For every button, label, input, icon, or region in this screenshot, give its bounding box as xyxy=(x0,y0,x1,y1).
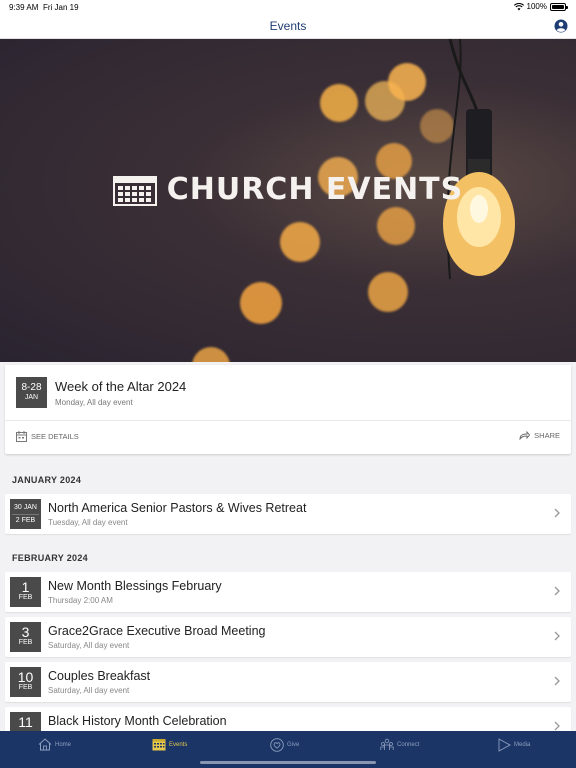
tab-events-label: Events xyxy=(169,741,188,748)
card-divider xyxy=(5,420,571,421)
calendar-icon xyxy=(152,739,166,751)
date-badge-day: 3 xyxy=(21,624,30,640)
date-badge-day: 1 xyxy=(21,579,30,595)
date-badge-month: FEB xyxy=(18,594,33,601)
date-badge-month: FEB xyxy=(18,684,33,691)
event-row[interactable]: 1 FEB New Month Blessings February Thurs… xyxy=(5,572,571,612)
hero-title-text: CHURCH EVENTS xyxy=(166,172,464,207)
share-icon xyxy=(519,431,531,440)
status-date: Fri Jan 19 xyxy=(43,3,79,12)
home-icon xyxy=(38,738,52,751)
tab-home[interactable]: Home xyxy=(38,738,71,751)
people-icon xyxy=(380,738,394,750)
date-badge: 10 FEB xyxy=(10,667,41,697)
event-title: Couples Breakfast xyxy=(48,669,151,683)
wifi-icon xyxy=(513,2,524,10)
tab-connect[interactable]: Connect xyxy=(380,738,419,752)
tab-give[interactable]: Give xyxy=(270,738,299,752)
event-row[interactable]: 10 FEB Couples Breakfast Saturday, All d… xyxy=(5,662,571,702)
event-subtitle: Tuesday, All day event xyxy=(48,518,128,527)
event-title: Grace2Grace Executive Broad Meeting xyxy=(48,624,266,638)
page-title: Events xyxy=(269,19,307,33)
nav-bar: Events xyxy=(0,14,576,39)
heart-icon xyxy=(270,738,284,752)
profile-icon[interactable] xyxy=(554,19,568,33)
event-subtitle: Monday, All day event xyxy=(55,398,133,407)
date-badge: 3 FEB xyxy=(10,622,41,652)
section-header-february: FEBRUARY 2024 xyxy=(12,553,88,563)
tab-bar: Home Events Give Connect Media xyxy=(0,731,576,768)
event-row[interactable]: 30 JAN 2 FEB North America Senior Pastor… xyxy=(5,494,571,534)
event-subtitle: Saturday, All day event xyxy=(48,641,130,650)
event-title: New Month Blessings February xyxy=(48,579,222,593)
status-time: 9:39 AM xyxy=(9,3,39,12)
date-badge-day: 10 xyxy=(17,669,34,685)
chevron-right-icon xyxy=(554,508,560,518)
date-badge-month: FEB xyxy=(18,639,33,646)
section-header-january: JANUARY 2024 xyxy=(12,475,82,485)
chevron-right-icon xyxy=(554,631,560,641)
tab-home-label: Home xyxy=(55,741,72,748)
battery-percent: 100% xyxy=(526,2,547,11)
date-badge-month: JAN xyxy=(24,394,39,401)
chevron-right-icon xyxy=(554,676,560,686)
tab-give-label: Give xyxy=(287,742,300,748)
calendar-icon xyxy=(112,175,157,206)
tab-media-label: Media xyxy=(514,742,531,748)
date-badge-start: 30 JAN xyxy=(14,504,37,511)
home-indicator xyxy=(200,761,376,764)
event-subtitle: Saturday, All day event xyxy=(48,686,130,695)
tab-connect-label: Connect xyxy=(397,742,420,748)
event-title: Black History Month Celebration xyxy=(48,714,227,728)
event-subtitle: Thursday 2:00 AM xyxy=(48,596,113,605)
event-title: Week of the Altar 2024 xyxy=(55,379,187,394)
battery-icon xyxy=(550,2,568,11)
status-bar: 9:39 AM Fri Jan 19 100% xyxy=(0,0,576,14)
hero-banner: CHURCH EVENTS xyxy=(0,39,576,362)
date-badge-day: 11 xyxy=(18,714,33,730)
date-badge: 1 FEB xyxy=(10,577,41,607)
tab-events[interactable]: Events xyxy=(152,738,187,751)
light-bulb-image xyxy=(443,39,515,280)
date-badge: 8-28 JAN xyxy=(16,377,47,408)
event-row[interactable]: 3 FEB Grace2Grace Executive Broad Meetin… xyxy=(5,617,571,657)
chevron-right-icon xyxy=(554,586,560,596)
share-button[interactable]: SHARE xyxy=(519,431,560,440)
date-badge: 30 JAN 2 FEB xyxy=(10,499,41,529)
featured-event-card[interactable]: 8-28 JAN Week of the Altar 2024 Monday, … xyxy=(5,365,571,454)
see-details-button[interactable]: SEE DETAILS xyxy=(16,431,79,442)
hero-title: CHURCH EVENTS xyxy=(0,172,576,207)
see-details-label: SEE DETAILS xyxy=(31,432,79,441)
date-badge-range: 8-28 xyxy=(21,382,42,393)
share-label: SHARE xyxy=(534,431,560,440)
calendar-small-icon xyxy=(16,431,27,442)
tab-media[interactable]: Media xyxy=(497,738,530,752)
event-title: North America Senior Pastors & Wives Ret… xyxy=(48,501,307,515)
date-badge-end: 2 FEB xyxy=(15,517,36,524)
play-icon xyxy=(498,738,511,752)
status-right: 100% xyxy=(513,2,568,11)
